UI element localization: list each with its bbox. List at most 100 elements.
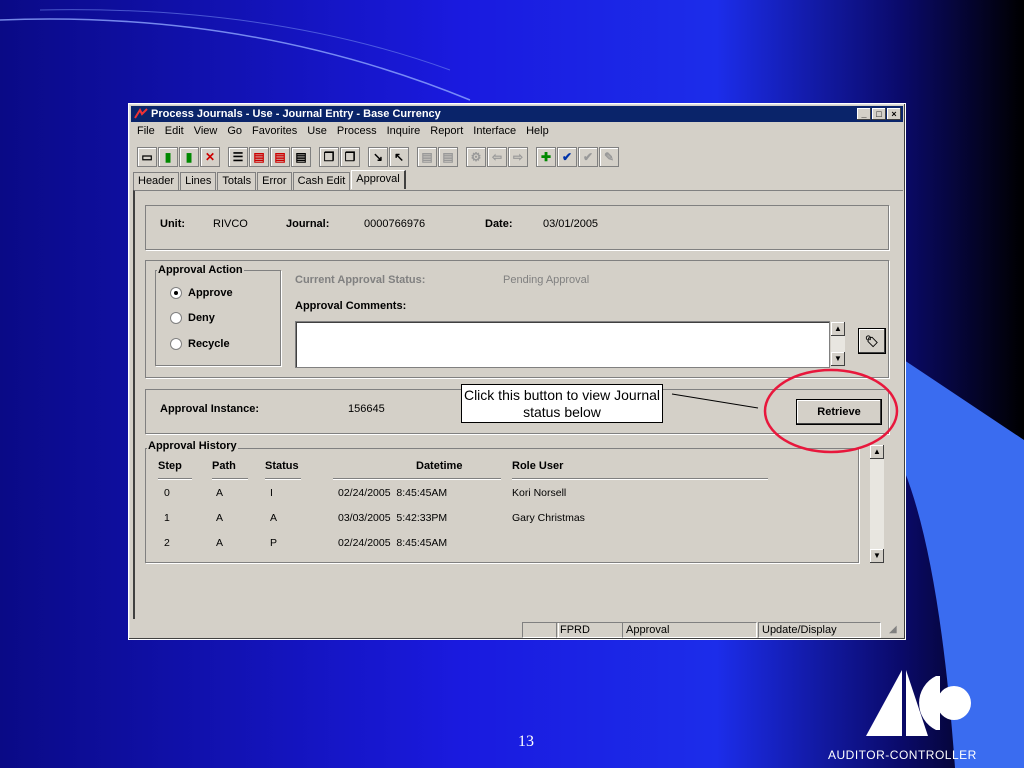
tag-icon: 🏷 (865, 335, 879, 348)
menu-file[interactable]: File (137, 125, 155, 137)
tab-approval[interactable]: Approval (351, 170, 406, 189)
cell-datetime: 03/03/2005 5:42:33PM (338, 512, 448, 524)
slide-number: 13 (518, 733, 534, 750)
tab-error[interactable]: Error (257, 172, 292, 191)
header-underline-step (158, 478, 192, 479)
application-window: Process Journals - Use - Journal Entry -… (128, 103, 906, 640)
status-bar: FPRD Approval Update/Display ◢ (133, 622, 901, 638)
tab-totals[interactable]: Totals (217, 172, 257, 191)
menu-process[interactable]: Process (337, 125, 377, 137)
unit-value: RIVCO (213, 218, 248, 230)
cell-datetime: 02/24/2005 8:45:45AM (338, 537, 448, 549)
status-mode: Update/Display (758, 622, 881, 638)
approval-instance-value: 156645 (348, 403, 385, 415)
journal-value: 0000766976 (364, 218, 426, 230)
maximize-button[interactable]: □ (872, 108, 886, 120)
arrow-up-left-icon[interactable]: ↖ (389, 147, 409, 167)
page-icon[interactable]: ▤ (291, 147, 311, 167)
retrieve-button[interactable]: Retrieve (796, 399, 882, 425)
copy-2-icon[interactable]: ❐ (340, 147, 360, 167)
cell-step: 2 (164, 537, 170, 549)
window-title: Process Journals - Use - Journal Entry -… (151, 108, 441, 120)
cell-path: A (216, 512, 224, 524)
spellcheck-button[interactable]: 🏷 (858, 328, 886, 354)
radio-approve[interactable]: Approve (170, 287, 233, 299)
history-scrollbar[interactable]: ▲ ▼ (870, 445, 884, 563)
col-role-user: Role User (512, 460, 564, 472)
col-status: Status (265, 460, 299, 472)
line-remove-icon[interactable]: ▤ (438, 147, 458, 167)
scroll-up-icon[interactable]: ▲ (870, 445, 884, 459)
scroll-down-icon[interactable]: ▼ (831, 352, 845, 366)
line-add-icon[interactable]: ▤ (417, 147, 437, 167)
resize-grip-icon[interactable]: ◢ (889, 624, 897, 635)
radio-recycle-circle[interactable] (170, 338, 182, 350)
arrow-down-right-icon[interactable]: ↘ (368, 147, 388, 167)
add-icon[interactable]: ✚ (536, 147, 556, 167)
tab-header[interactable]: Header (133, 172, 180, 191)
cell-status: P (270, 537, 278, 549)
menu-favorites[interactable]: Favorites (252, 125, 297, 137)
radio-approve-circle[interactable] (170, 287, 182, 299)
settings-icon[interactable]: ⚙ (466, 147, 486, 167)
insert-row-2-icon[interactable]: ▤ (270, 147, 290, 167)
col-datetime: Datetime (416, 460, 463, 472)
cell-datetime: 02/24/2005 8:45:45AM (338, 487, 448, 499)
back-icon[interactable]: ⇦ (487, 147, 507, 167)
comments-textarea[interactable] (295, 321, 830, 368)
list-icon[interactable]: ☰ (228, 147, 248, 167)
save-icon[interactable]: ▭ (137, 147, 157, 167)
current-status-value: Pending Approval (503, 274, 590, 286)
date-value: 03/01/2005 (543, 218, 599, 230)
menu-edit[interactable]: Edit (165, 125, 184, 137)
edit-icon[interactable]: ✎ (599, 147, 619, 167)
cell-step: 0 (164, 487, 170, 499)
scroll-up-icon[interactable]: ▲ (831, 322, 845, 336)
minimize-button[interactable]: _ (857, 108, 871, 120)
menu-use[interactable]: Use (307, 125, 327, 137)
tab-cash-edit[interactable]: Cash Edit (292, 172, 351, 191)
status-page: Approval (622, 622, 757, 638)
callout-box: Click this button to view Journal status… (461, 384, 663, 423)
approval-history-title: Approval History (147, 440, 238, 452)
status-database: FPRD (556, 622, 623, 638)
journal-label: Journal: (286, 218, 330, 230)
close-button[interactable]: × (887, 108, 901, 120)
app-icon (134, 108, 148, 119)
radio-recycle[interactable]: Recycle (170, 338, 230, 350)
header-underline-datetime (333, 478, 501, 479)
insert-row-icon[interactable]: ▤ (249, 147, 269, 167)
radio-deny[interactable]: Deny (170, 312, 215, 324)
radio-deny-circle[interactable] (170, 312, 182, 324)
tab-strip: Header Lines Totals Error Cash Edit Appr… (133, 170, 407, 191)
menu-interface[interactable]: Interface (473, 125, 516, 137)
delete-icon[interactable]: ✕ (200, 147, 220, 167)
cell-status: I (270, 487, 273, 499)
menu-report[interactable]: Report (430, 125, 463, 137)
col-step: Step (158, 460, 182, 472)
comments-scrollbar[interactable]: ▲ ▼ (831, 322, 845, 366)
menu-go[interactable]: Go (227, 125, 242, 137)
radio-deny-label: Deny (188, 312, 215, 324)
scroll-down-icon[interactable]: ▼ (870, 549, 884, 563)
cell-path: A (216, 537, 224, 549)
approval-instance-label: Approval Instance: (160, 403, 260, 415)
menu-help[interactable]: Help (526, 125, 549, 137)
check-icon[interactable]: ✔ (557, 147, 577, 167)
cell-step: 1 (164, 512, 170, 524)
traffic-light-alert-icon[interactable]: ▮ (179, 147, 199, 167)
copy-icon[interactable]: ❐ (319, 147, 339, 167)
col-path: Path (212, 460, 236, 472)
radio-approve-label: Approve (188, 287, 233, 299)
header-underline-path (212, 478, 248, 479)
tab-lines[interactable]: Lines (180, 172, 217, 191)
traffic-light-icon[interactable]: ▮ (158, 147, 178, 167)
auditor-controller-logo-icon (866, 670, 971, 736)
check-plus-icon[interactable]: ✔ (578, 147, 598, 167)
approval-history-panel (145, 448, 859, 563)
header-underline-role-user (512, 478, 768, 479)
date-label: Date: (485, 218, 513, 230)
menu-inquire[interactable]: Inquire (387, 125, 421, 137)
menu-view[interactable]: View (194, 125, 218, 137)
forward-icon[interactable]: ⇨ (508, 147, 528, 167)
